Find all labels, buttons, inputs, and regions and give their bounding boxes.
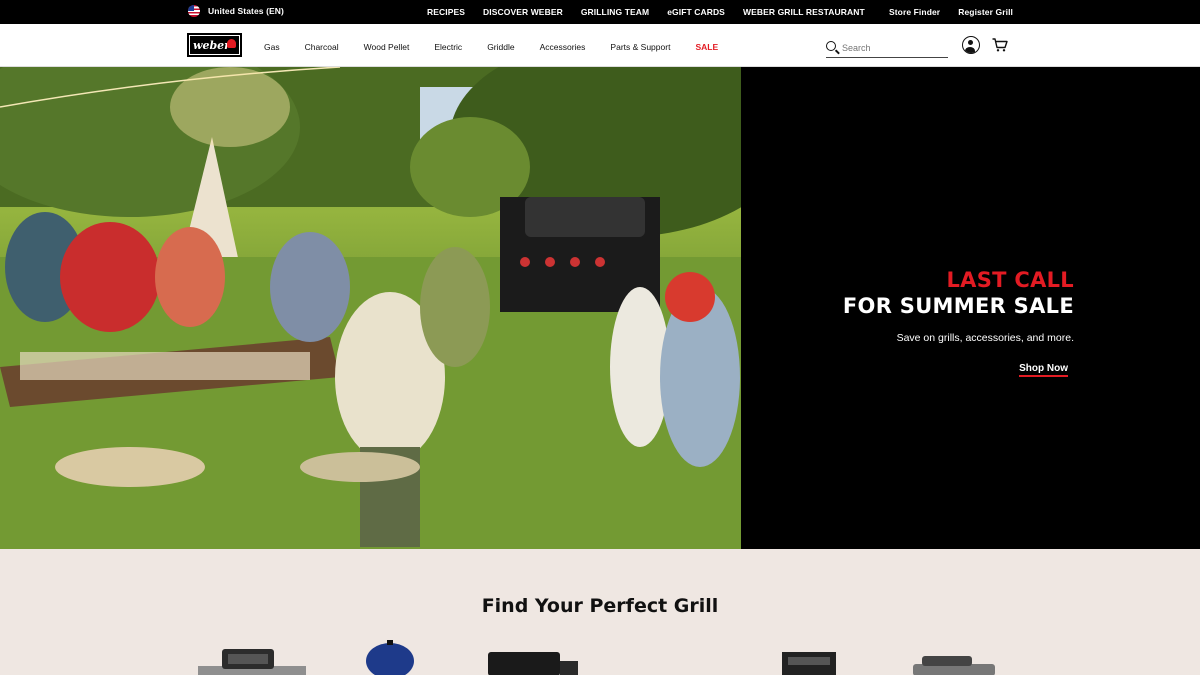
- nav-accessories[interactable]: Accessories: [540, 42, 586, 52]
- kettle-logo-icon: [227, 39, 236, 48]
- main-header: weber Gas Charcoal Wood Pellet Electric …: [0, 24, 1200, 67]
- grill-products-row: [198, 640, 995, 675]
- shop-now-link[interactable]: Shop Now: [1019, 363, 1068, 377]
- promo-headline-red: LAST CALL: [946, 268, 1074, 292]
- nav-electric[interactable]: Electric: [434, 42, 462, 52]
- link-recipes[interactable]: RECIPES: [427, 7, 465, 17]
- hero-photo-illustration: [0, 67, 741, 549]
- gas-grill-product[interactable]: [198, 649, 306, 675]
- link-grilling-team[interactable]: GRILLING TEAM: [581, 7, 649, 17]
- link-discover-weber[interactable]: DISCOVER WEBER: [483, 7, 563, 17]
- search-input[interactable]: [842, 42, 942, 53]
- locale-label: United States (EN): [208, 6, 284, 16]
- nav-charcoal[interactable]: Charcoal: [305, 42, 339, 52]
- hero-banner: LAST CALL FOR SUMMER SALE Save on grills…: [0, 67, 1200, 549]
- us-flag-icon: [188, 5, 200, 17]
- promo-content: LAST CALL FOR SUMMER SALE Save on grills…: [843, 268, 1074, 377]
- link-weber-grill-restaurant[interactable]: WEBER GRILL RESTAURANT: [743, 7, 865, 17]
- nav-wood-pellet[interactable]: Wood Pellet: [364, 42, 410, 52]
- utility-right: Store Finder Register Grill: [889, 7, 1013, 17]
- search-box: [826, 38, 948, 58]
- search-icon[interactable]: [826, 40, 836, 51]
- store-finder-link[interactable]: Store Finder: [889, 7, 940, 17]
- nav-gas[interactable]: Gas: [264, 42, 280, 52]
- nav-griddle[interactable]: Griddle: [487, 42, 514, 52]
- locale-selector[interactable]: United States (EN): [188, 5, 284, 17]
- griddle-product[interactable]: [913, 656, 995, 675]
- grill-finder-section: Find Your Perfect Grill: [0, 549, 1200, 675]
- nav-sale[interactable]: SALE: [695, 42, 718, 52]
- utility-bar: United States (EN) RECIPES DISCOVER WEBE…: [0, 0, 1200, 24]
- account-icon[interactable]: [962, 36, 980, 54]
- electric-grill-product[interactable]: [782, 652, 836, 675]
- promo-headline: FOR SUMMER SALE: [842, 294, 1074, 318]
- hero-image[interactable]: [0, 67, 741, 549]
- register-grill-link[interactable]: Register Grill: [958, 7, 1013, 17]
- promo-panel: LAST CALL FOR SUMMER SALE Save on grills…: [741, 67, 1200, 549]
- nav-parts-support[interactable]: Parts & Support: [610, 42, 670, 52]
- link-egift-cards[interactable]: eGIFT CARDS: [667, 7, 725, 17]
- pellet-grill-product[interactable]: [488, 652, 578, 675]
- logo-text: weber: [193, 38, 230, 52]
- cart-icon[interactable]: [992, 38, 1008, 52]
- main-nav: Gas Charcoal Wood Pellet Electric Griddl…: [264, 42, 743, 52]
- weber-logo[interactable]: weber: [187, 33, 242, 57]
- promo-subtitle: Save on grills, accessories, and more.: [896, 332, 1074, 344]
- utility-links: RECIPES DISCOVER WEBER GRILLING TEAM eGI…: [427, 7, 883, 17]
- kettle-grill-product[interactable]: [366, 640, 414, 675]
